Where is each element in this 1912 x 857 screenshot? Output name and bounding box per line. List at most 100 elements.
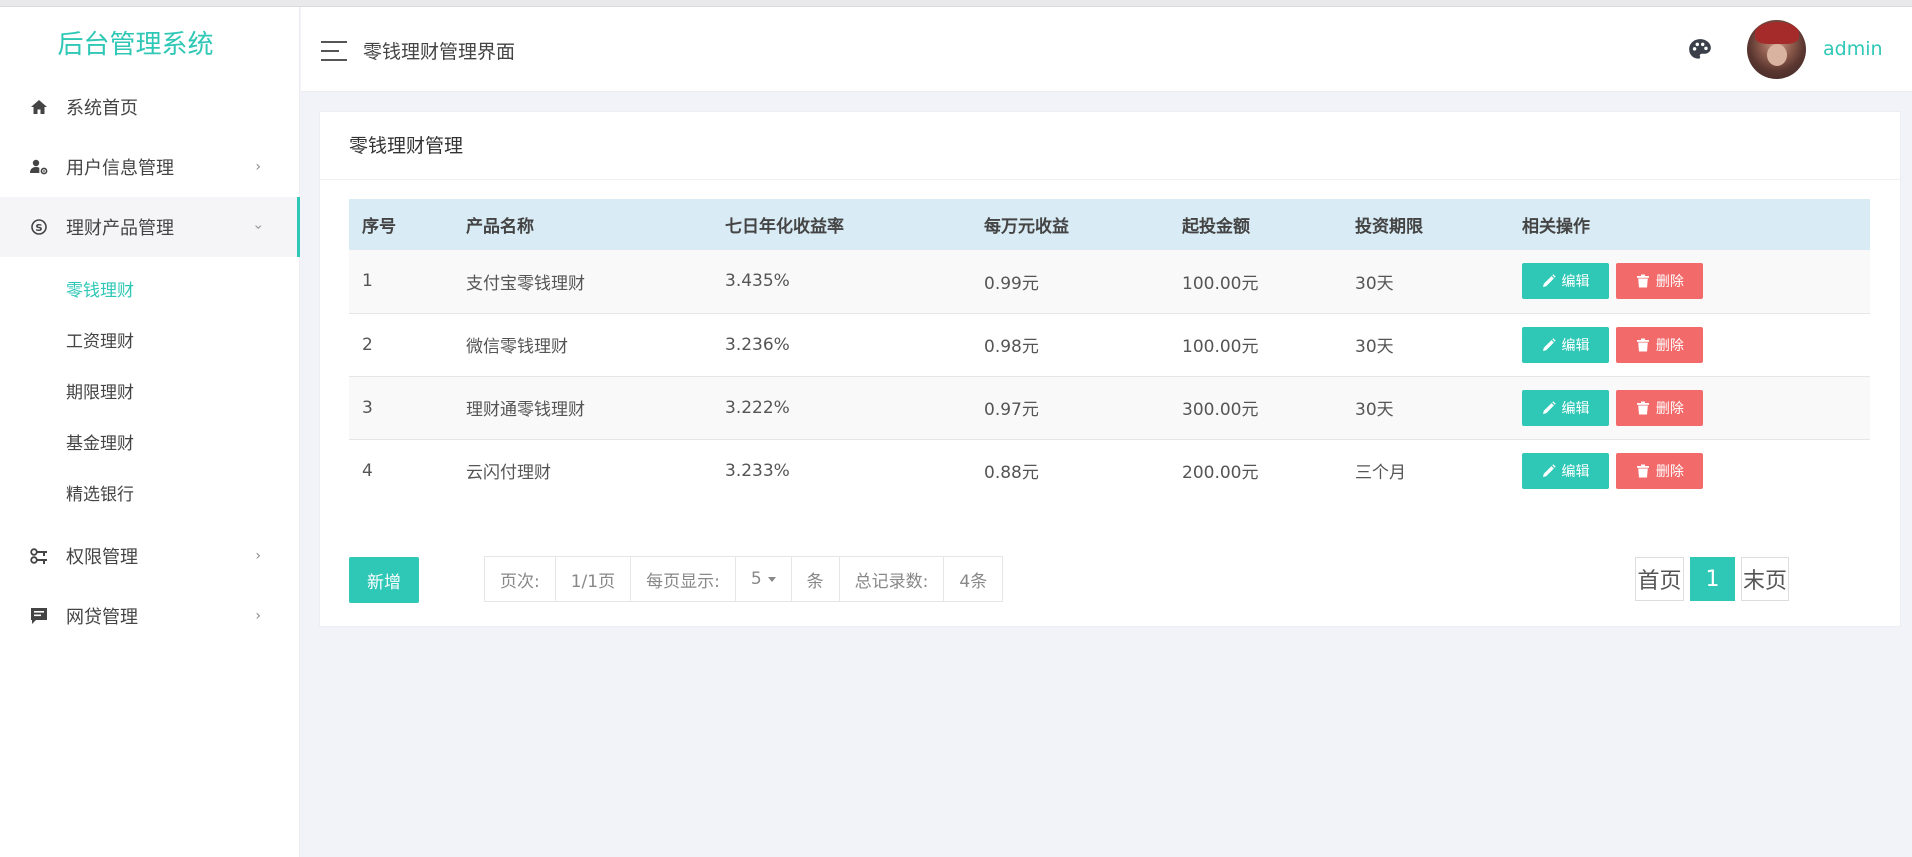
column-header: 序号 [362,217,396,237]
delete-label: 删除 [1655,274,1684,291]
add-button[interactable]: 新增 [349,557,419,603]
sidebar-item-label: 理财产品管理 [66,218,174,239]
panel-title: 零钱理财管理 [320,112,1900,180]
cell-yield: 3.435% [725,271,790,292]
trash-icon [1636,401,1649,414]
skype-icon: S [28,216,50,238]
avatar[interactable] [1747,20,1806,79]
products-table: 序号 产品名称 七日年化收益率 每万元收益 起投金额 投资期限 相关操作 1 支… [349,199,1870,502]
sidebar-subitem-selected-banks[interactable]: 精选银行 [0,467,299,518]
menu-toggle-icon[interactable] [321,41,347,61]
edit-button[interactable]: 编辑 [1522,452,1609,489]
cell-index: 4 [362,460,373,481]
first-page-button[interactable]: 首页 [1635,557,1684,601]
cell-per-10k: 0.99元 [984,273,1039,294]
cell-per-10k: 0.97元 [984,400,1039,420]
column-header: 产品名称 [466,217,534,237]
username[interactable]: admin [1823,38,1883,60]
total-label: 总记录数: [840,557,945,601]
cell-min-amount: 100.00元 [1182,337,1259,357]
cell-actions: 编辑 删除 [1509,439,1870,502]
pencil-icon [1542,400,1556,414]
delete-label: 删除 [1655,463,1684,480]
edit-button[interactable]: 编辑 [1522,263,1609,300]
cell-min-amount: 200.00元 [1182,463,1259,484]
column-header: 起投金额 [1182,217,1250,237]
sidebar-item-label: 系统首页 [66,98,138,119]
trash-icon [1636,274,1649,288]
palette-icon[interactable] [1687,37,1713,63]
sidebar-subitem-salary-finance[interactable]: 工资理财 [0,314,299,365]
cell-per-10k: 0.88元 [984,463,1039,484]
cell-term: 30天 [1355,400,1394,420]
per-page-select[interactable]: 5 [736,557,792,601]
cell-index: 1 [362,271,373,292]
cell-min-amount: 100.00元 [1182,273,1259,294]
table-row: 3 理财通零钱理财 3.222% 0.97元 300.00元 30天 编辑 删除 [349,376,1870,439]
sidebar-item-label: 权限管理 [66,547,138,568]
cell-index: 3 [362,397,373,418]
cell-actions: 编辑 删除 [1509,313,1870,376]
key-icon [28,545,50,567]
pagination: 首页 1 末页 [1635,557,1789,601]
edit-label: 编辑 [1561,400,1590,417]
delete-button[interactable]: 删除 [1616,452,1704,489]
column-header: 七日年化收益率 [725,217,844,237]
pencil-icon [1542,464,1556,477]
sidebar-subitem-change-finance[interactable]: 零钱理财 [0,263,299,314]
pencil-icon [1542,337,1556,351]
page-title: 零钱理财管理界面 [363,41,516,63]
cell-term: 30天 [1355,273,1394,294]
cell-product-name: 支付宝零钱理财 [466,273,585,294]
total-value: 4条 [959,571,988,592]
edit-button[interactable]: 编辑 [1522,389,1609,426]
last-page-button[interactable]: 末页 [1741,557,1789,601]
sidebar-subitem-term-finance[interactable]: 期限理财 [0,365,299,416]
delete-button[interactable]: 删除 [1616,326,1704,363]
edit-button[interactable]: 编辑 [1522,326,1609,363]
pencil-icon [1542,274,1556,288]
cell-yield: 3.233% [725,460,790,481]
cell-per-10k: 0.98元 [984,337,1039,357]
user-gear-icon [28,156,50,178]
per-page-value: 5 [750,569,762,589]
delete-button[interactable]: 删除 [1616,389,1704,426]
page-value: 1/1页 [556,557,632,601]
message-icon [28,605,50,627]
column-header: 相关操作 [1522,217,1590,237]
edit-label: 编辑 [1561,274,1590,291]
cell-term: 三个月 [1355,463,1406,484]
cell-actions: 编辑 删除 [1509,376,1870,439]
sidebar-subitem-fund-finance[interactable]: 基金理财 [0,416,299,467]
chevron-right-icon: › [255,159,261,175]
chevron-down-icon: › [250,224,267,230]
sidebar-item-label: 用户信息管理 [66,158,174,179]
page-1-button[interactable]: 1 [1690,557,1735,601]
sidebar-item-permissions[interactable]: 权限管理 › [0,526,299,586]
sidebar-item-finance-products[interactable]: S 理财产品管理 › [0,197,300,257]
trash-icon [1636,464,1649,478]
sidebar-item-home[interactable]: 系统首页 [0,77,299,137]
sidebar-subnav: 零钱理财 工资理财 期限理财 基金理财 精选银行 [0,257,299,526]
delete-button[interactable]: 删除 [1616,263,1704,300]
app-title: 后台管理系统 [57,29,214,60]
delete-label: 删除 [1655,337,1684,354]
chevron-right-icon: › [255,548,261,564]
caret-down-icon [767,576,776,582]
window-top-border [0,0,1912,7]
cell-yield: 3.236% [725,334,790,355]
cell-index: 2 [362,334,373,355]
cell-product-name: 微信零钱理财 [466,337,568,357]
cell-yield: 3.222% [725,397,790,418]
trash-icon [1636,338,1649,351]
cell-actions: 编辑 删除 [1509,250,1870,313]
sidebar-item-user-info[interactable]: 用户信息管理 › [0,137,299,197]
main-panel: 零钱理财管理 序号 产品名称 七日年化收益率 每万元收益 起投金额 投资期限 相… [319,111,1901,627]
sidebar-item-p2p-loans[interactable]: 网贷管理 › [0,586,299,646]
delete-label: 删除 [1655,400,1684,417]
pager-info: 页次: 1/1页 每页显示: 5 条 总记录数: 4条 [484,556,1004,602]
edit-label: 编辑 [1561,463,1590,480]
cell-product-name: 云闪付理财 [466,463,551,484]
table-row: 2 微信零钱理财 3.236% 0.98元 100.00元 30天 编辑 删除 [349,313,1870,376]
per-page-label: 每页显示: [631,557,736,601]
